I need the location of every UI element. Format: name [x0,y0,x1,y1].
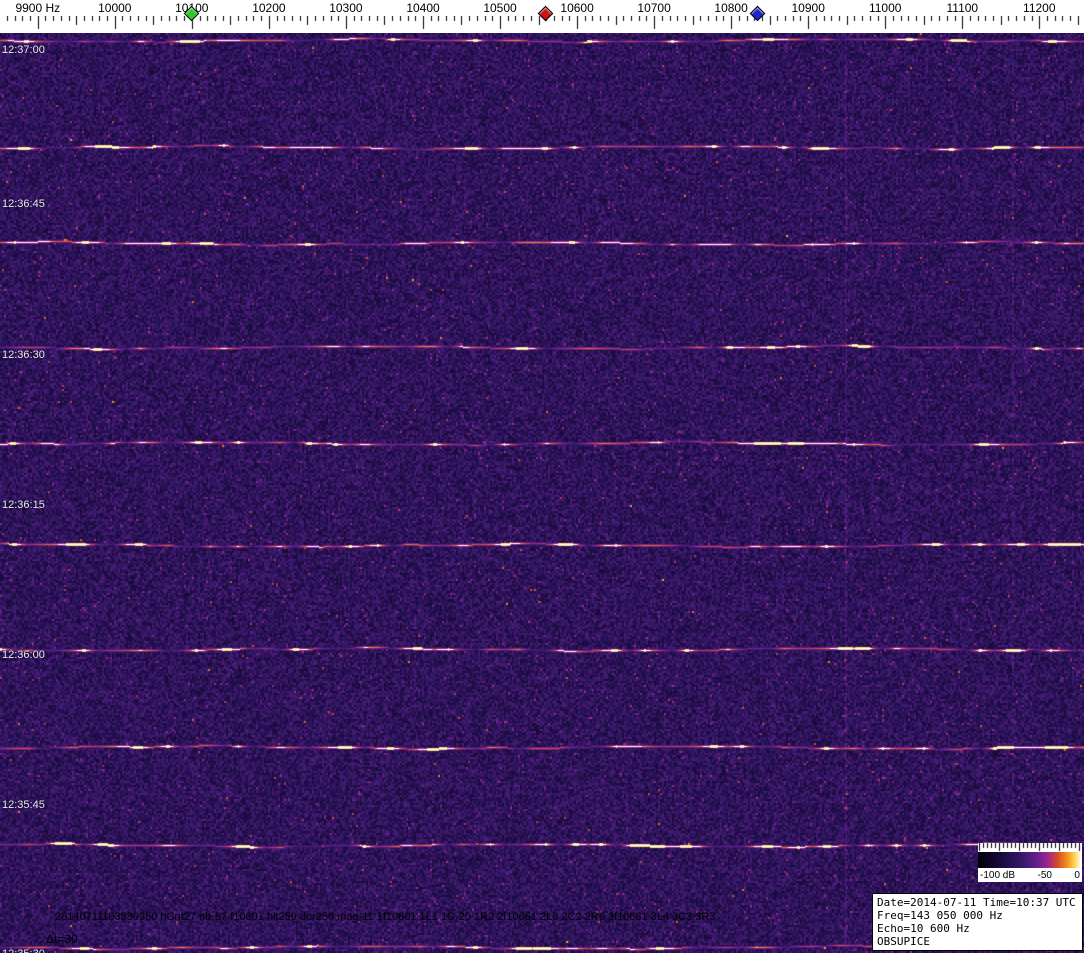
freq-tick-label: 10500 [483,1,517,15]
freq-tick-label: 10900 [791,1,825,15]
freq-tick-label: 11000 [868,1,902,15]
freq-tick-label: 11100 [946,1,979,15]
freq-tick-label: 10800 [714,1,748,15]
freq-tick-label: 10600 [560,1,594,15]
freq-tick-label: 10400 [406,1,440,15]
freq-tick-label: 11200 [1023,1,1056,15]
spectrogram-display: 9900 Hz100001010010200103001040010500106… [0,0,1084,953]
spectrogram-waterfall[interactable] [0,33,1084,953]
freq-tick-label: 10000 [98,1,132,15]
freq-tick-label: 10200 [252,1,286,15]
frequency-scale: 9900 Hz100001010010200103001040010500106… [0,0,1084,33]
freq-tick-label: 10300 [329,1,363,15]
freq-tick-label: 9900 Hz [15,1,61,15]
freq-tick-label: 10700 [637,1,671,15]
